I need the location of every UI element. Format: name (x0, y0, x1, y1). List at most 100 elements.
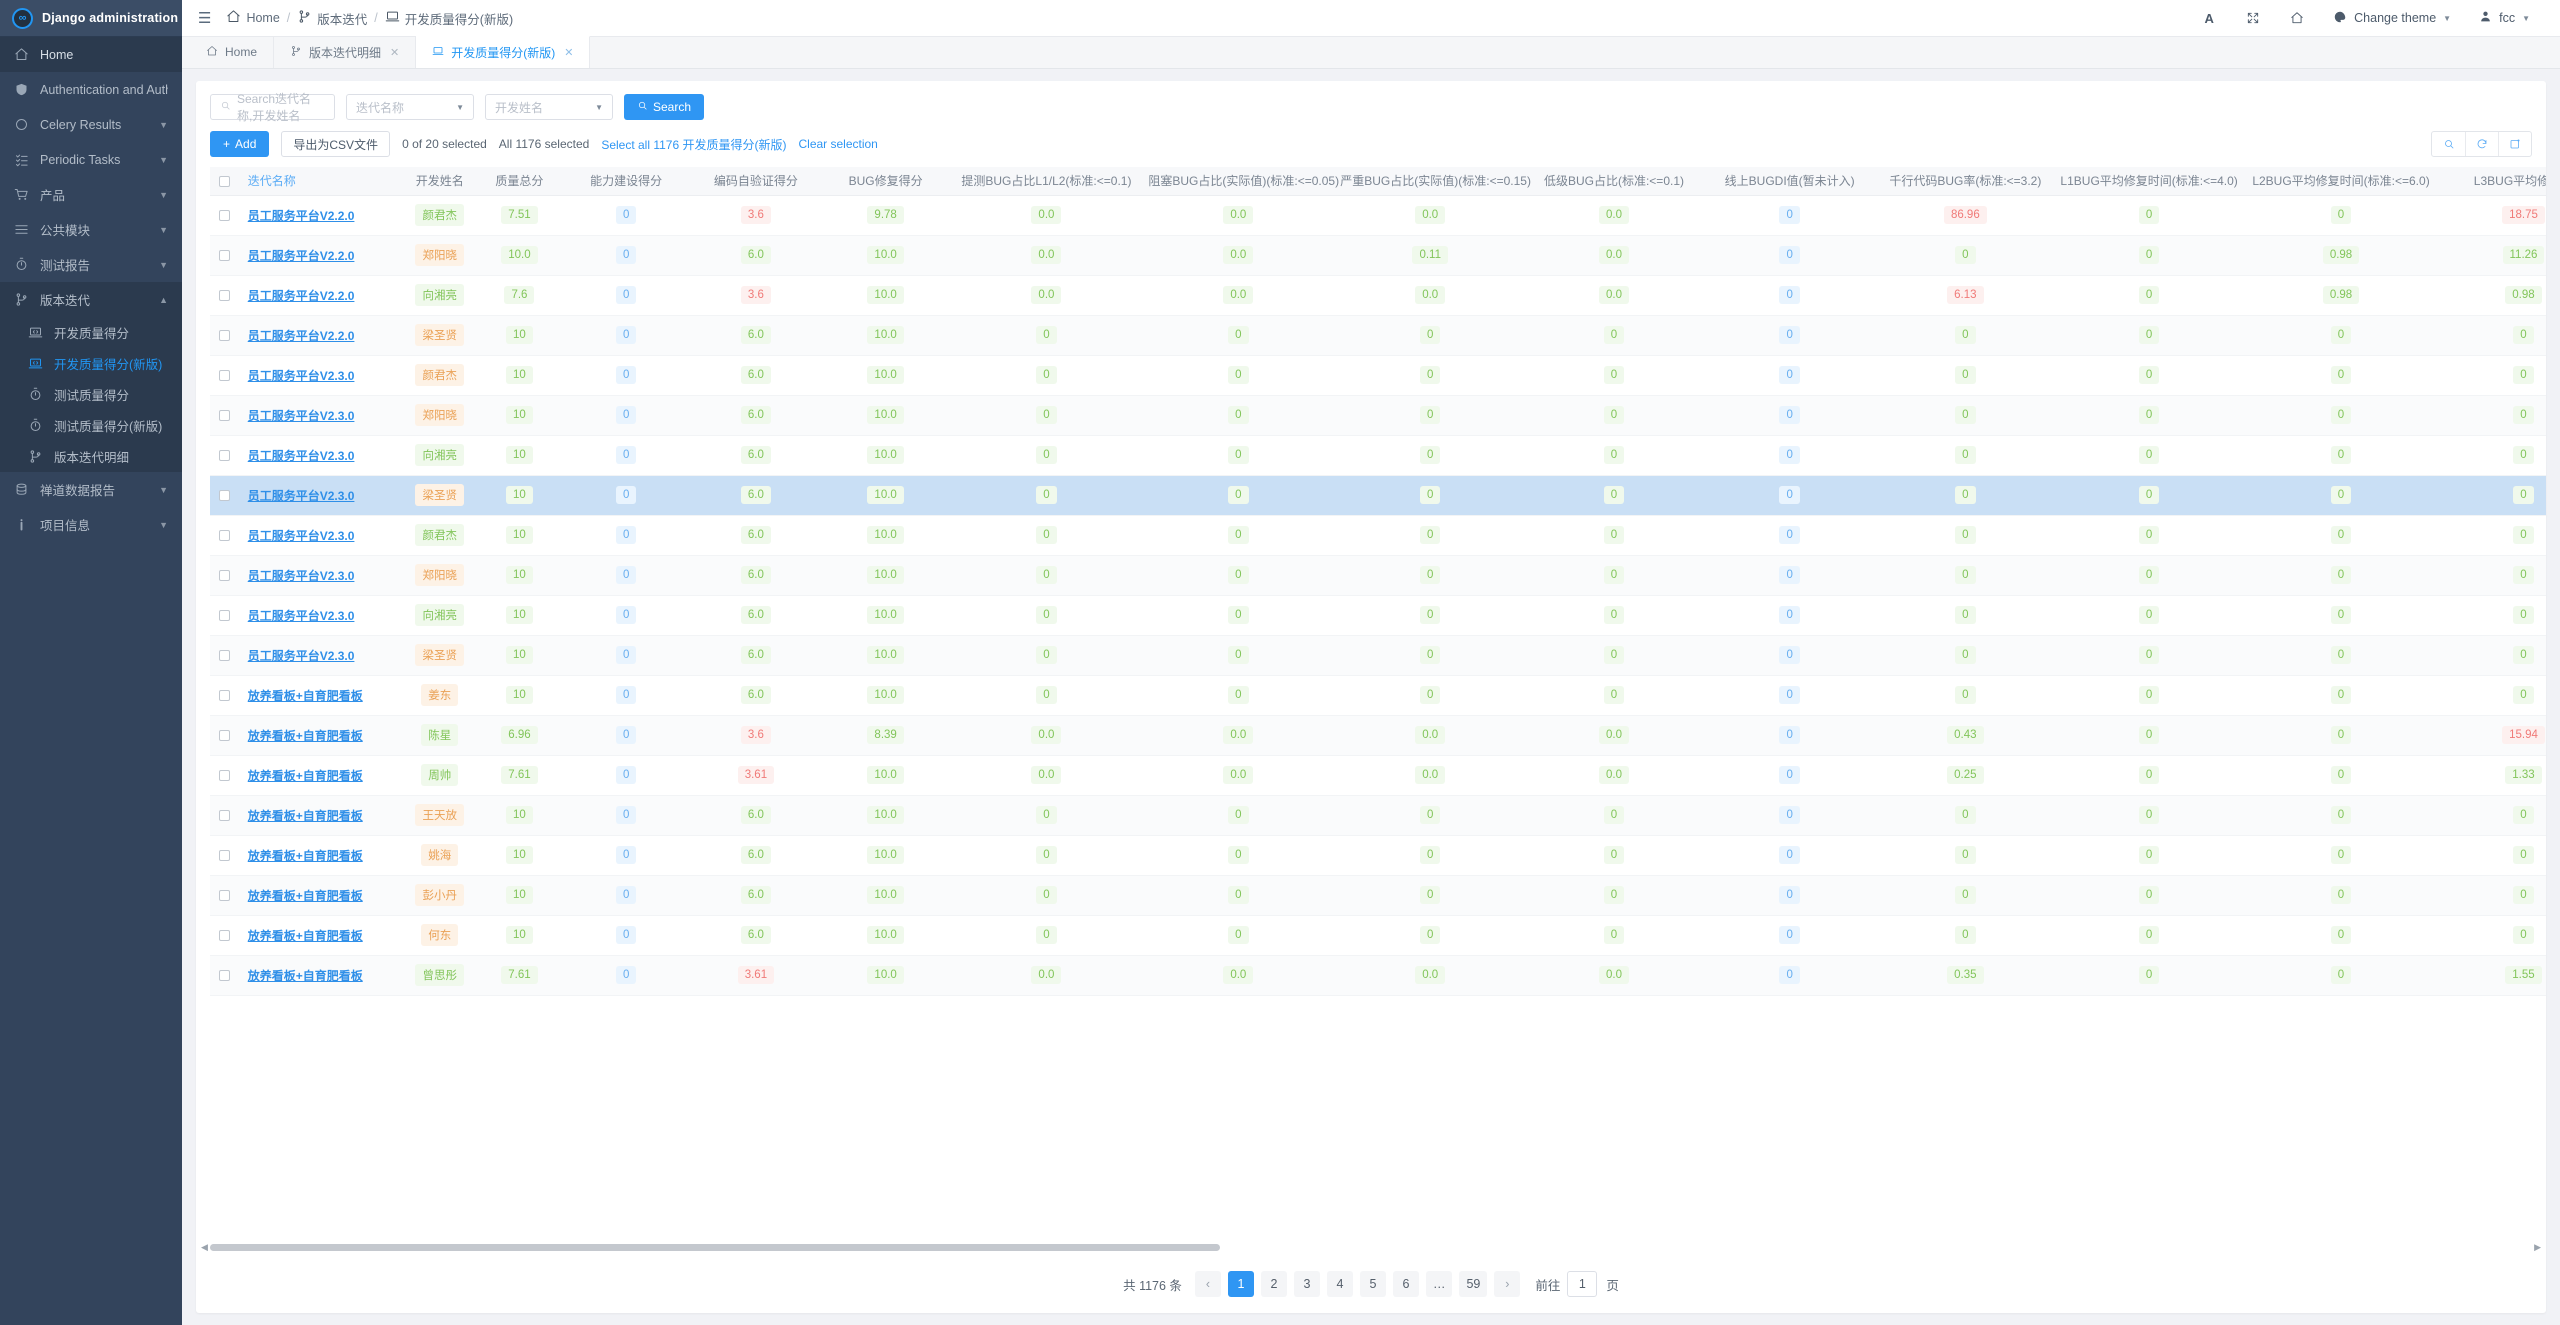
table-row[interactable]: 放养看板+自育肥看板 王天放 10 0 6.0 10.0 0 0 0 0 0 0 0 0 0 (210, 795, 2546, 836)
row-checkbox-cell[interactable] (210, 555, 240, 596)
row-checkbox-cell[interactable] (210, 435, 240, 476)
page-button-3[interactable]: 3 (1293, 1271, 1320, 1297)
column-header-l2-fix-time[interactable]: L2BUG平均修复时间(标准:<=6.0) (2245, 167, 2437, 196)
table-row[interactable]: 员工服务平台V2.2.0 郑阳晓 10.0 0 6.0 10.0 0.0 0.0 0.11 0.0… (210, 235, 2546, 276)
iteration-name-link[interactable]: 放养看板+自育肥看板 (248, 689, 363, 703)
row-checkbox-cell[interactable] (210, 515, 240, 556)
table-row[interactable]: 放养看板+自育肥看板 周帅 7.61 0 3.61 10.0 0.0 0.0 0.0 0.0 0 0.… (210, 755, 2546, 796)
column-header-selfverify-score[interactable]: 编码自验证得分 (691, 167, 821, 196)
iteration-name-link[interactable]: 放养看板+自育肥看板 (248, 729, 363, 743)
table-row[interactable]: 员工服务平台V2.3.0 向湘亮 10 0 6.0 10.0 0 0 0 0 0 0 0 0 0 (210, 595, 2546, 636)
change-theme-button[interactable]: Change theme ▼ (2319, 10, 2465, 27)
font-size-button[interactable]: A (2187, 11, 2231, 26)
sidebar-item-auth[interactable]: Authentication and Authorization (0, 72, 182, 107)
select-all-link[interactable]: Select all 1176 开发质量得分(新版) (601, 136, 786, 153)
iteration-name-link[interactable]: 放养看板+自育肥看板 (248, 929, 363, 943)
sidebar-item-test-quality-score-new[interactable]: 测试质量得分(新版) (0, 410, 182, 441)
developer-name-select[interactable]: 开发姓名 ▼ (485, 94, 613, 120)
row-checkbox-cell[interactable] (210, 635, 240, 676)
row-checkbox[interactable] (219, 970, 231, 982)
sidebar-item-project-info[interactable]: 项目信息 ▼ (0, 507, 182, 542)
row-checkbox-cell[interactable] (210, 875, 240, 916)
column-header-severe-ratio[interactable]: 严重BUG占比(实际值)(标准:<=0.15) (1334, 167, 1531, 196)
page-button-5[interactable]: 5 (1359, 1271, 1386, 1297)
table-row[interactable]: 放养看板+自育肥看板 姜东 10 0 6.0 10.0 0 0 0 0 0 0 0 0 0 (210, 675, 2546, 716)
page-button-4[interactable]: 4 (1326, 1271, 1353, 1297)
row-checkbox[interactable] (219, 490, 231, 502)
row-checkbox[interactable] (219, 570, 231, 582)
iteration-name-link[interactable]: 员工服务平台V2.3.0 (248, 489, 355, 503)
home-icon[interactable] (2275, 11, 2319, 25)
prev-page-button[interactable]: ‹ (1194, 1271, 1221, 1297)
column-header-lowlevel-ratio[interactable]: 低级BUG占比(标准:<=0.1) (1526, 167, 1702, 196)
table-row[interactable]: 员工服务平台V2.3.0 郑阳晓 10 0 6.0 10.0 0 0 0 0 0 0 0 0 0 (210, 555, 2546, 596)
sidebar-item-test-report[interactable]: 测试报告 ▼ (0, 247, 182, 282)
fullscreen-icon[interactable] (2231, 11, 2275, 25)
sidebar-item-periodic-tasks[interactable]: Periodic Tasks ▼ (0, 142, 182, 177)
row-checkbox-cell[interactable] (210, 915, 240, 956)
search-input[interactable]: Search迭代名称,开发姓名 (210, 92, 335, 123)
iteration-name-link[interactable]: 员工服务平台V2.3.0 (248, 369, 355, 383)
row-checkbox[interactable] (219, 770, 231, 782)
page-button-…[interactable]: … (1425, 1271, 1453, 1297)
iteration-name-link[interactable]: 员工服务平台V2.3.0 (248, 449, 355, 463)
sidebar-item-products[interactable]: 产品 ▼ (0, 177, 182, 212)
row-checkbox[interactable] (219, 930, 231, 942)
table-row[interactable]: 放养看板+自育肥看板 姚海 10 0 6.0 10.0 0 0 0 0 0 0 0 0 0 (210, 835, 2546, 876)
row-checkbox[interactable] (219, 450, 231, 462)
row-checkbox[interactable] (219, 410, 231, 422)
column-header-total-score[interactable]: 质量总分 (477, 167, 562, 196)
search-toggle-icon[interactable] (2432, 132, 2465, 156)
row-checkbox-cell[interactable] (210, 395, 240, 436)
row-checkbox[interactable] (219, 890, 231, 902)
iteration-name-link[interactable]: 员工服务平台V2.2.0 (248, 249, 355, 263)
row-checkbox[interactable] (219, 650, 231, 662)
row-checkbox[interactable] (219, 690, 231, 702)
row-checkbox[interactable] (219, 290, 231, 302)
row-checkbox-cell[interactable] (210, 715, 240, 756)
table-row[interactable]: 放养看板+自育肥看板 彭小丹 10 0 6.0 10.0 0 0 0 0 0 0 0 0 0 (210, 875, 2546, 916)
column-header-l1-fix-time[interactable]: L1BUG平均修复时间(标准:<=4.0) (2053, 167, 2246, 196)
iteration-name-link[interactable]: 员工服务平台V2.3.0 (248, 649, 355, 663)
table-row[interactable]: 员工服务平台V2.3.0 颜君杰 10 0 6.0 10.0 0 0 0 0 0 0 0 0 0 (210, 515, 2546, 556)
iteration-name-link[interactable]: 员工服务平台V2.3.0 (248, 609, 355, 623)
scroll-left-icon[interactable]: ◀ (201, 1242, 208, 1253)
column-header-online-di[interactable]: 线上BUGDI值(暂未计入) (1701, 167, 1878, 196)
iteration-name-select[interactable]: 迭代名称 ▼ (346, 94, 474, 120)
sidebar-item-home[interactable]: Home (0, 37, 182, 72)
scrollbar-thumb[interactable] (210, 1244, 1220, 1251)
sidebar-item-test-quality-score[interactable]: 测试质量得分 (0, 379, 182, 410)
table-row[interactable]: 放养看板+自育肥看板 陈星 6.96 0 3.6 8.39 0.0 0.0 0.0 0.0 0 0.4… (210, 715, 2546, 756)
table-row[interactable]: 员工服务平台V2.3.0 郑阳晓 10 0 6.0 10.0 0 0 0 0 0 0 0 0 0 (210, 395, 2546, 436)
next-page-button[interactable]: › (1494, 1271, 1521, 1297)
column-header-ability-score[interactable]: 能力建设得分 (561, 167, 692, 196)
page-button-2[interactable]: 2 (1260, 1271, 1287, 1297)
table-row[interactable]: 员工服务平台V2.3.0 梁圣贤 10 0 6.0 10.0 0 0 0 0 0 0 0 0 0 (210, 475, 2546, 516)
column-header-bugfix-score[interactable]: BUG修复得分 (820, 167, 951, 196)
table-row[interactable]: 放养看板+自育肥看板 何东 10 0 6.0 10.0 0 0 0 0 0 0 0 0 0 (210, 915, 2546, 956)
sidebar-item-version-iteration[interactable]: 版本迭代 ▲ (0, 282, 182, 317)
breadcrumb-item-version-iteration[interactable]: 版本迭代 (297, 9, 367, 28)
row-checkbox[interactable] (219, 730, 231, 742)
iteration-name-link[interactable]: 员工服务平台V2.2.0 (248, 289, 355, 303)
row-checkbox-cell[interactable] (210, 275, 240, 316)
tab-dev-quality-score-new[interactable]: 开发质量得分(新版) ✕ (416, 36, 591, 68)
row-checkbox[interactable] (219, 330, 231, 342)
row-checkbox[interactable] (219, 250, 231, 262)
row-checkbox[interactable] (219, 810, 231, 822)
export-csv-button[interactable]: 导出为CSV文件 (281, 131, 391, 157)
clear-selection-link[interactable]: Clear selection (798, 137, 877, 151)
row-checkbox-cell[interactable] (210, 795, 240, 836)
hamburger-icon[interactable]: ☰ (198, 11, 211, 26)
goto-page-input[interactable]: 1 (1567, 1271, 1598, 1297)
iteration-name-link[interactable]: 放养看板+自育肥看板 (248, 969, 363, 983)
row-checkbox-cell[interactable] (210, 595, 240, 636)
sidebar-item-celery-results[interactable]: Celery Results ▼ (0, 107, 182, 142)
page-button-59[interactable]: 59 (1459, 1271, 1488, 1297)
tab-iteration-detail[interactable]: 版本迭代明细 ✕ (274, 36, 417, 68)
row-checkbox-cell[interactable] (210, 955, 240, 996)
column-header-l3-fix-time[interactable]: L3BUG平均修复时 (2436, 167, 2546, 196)
table-row[interactable]: 员工服务平台V2.2.0 向湘亮 7.6 0 3.6 10.0 0.0 0.0 0.0 0.0 0 6… (210, 275, 2546, 316)
add-button[interactable]: + Add (210, 131, 270, 157)
breadcrumb-item-home[interactable]: Home (226, 9, 280, 27)
